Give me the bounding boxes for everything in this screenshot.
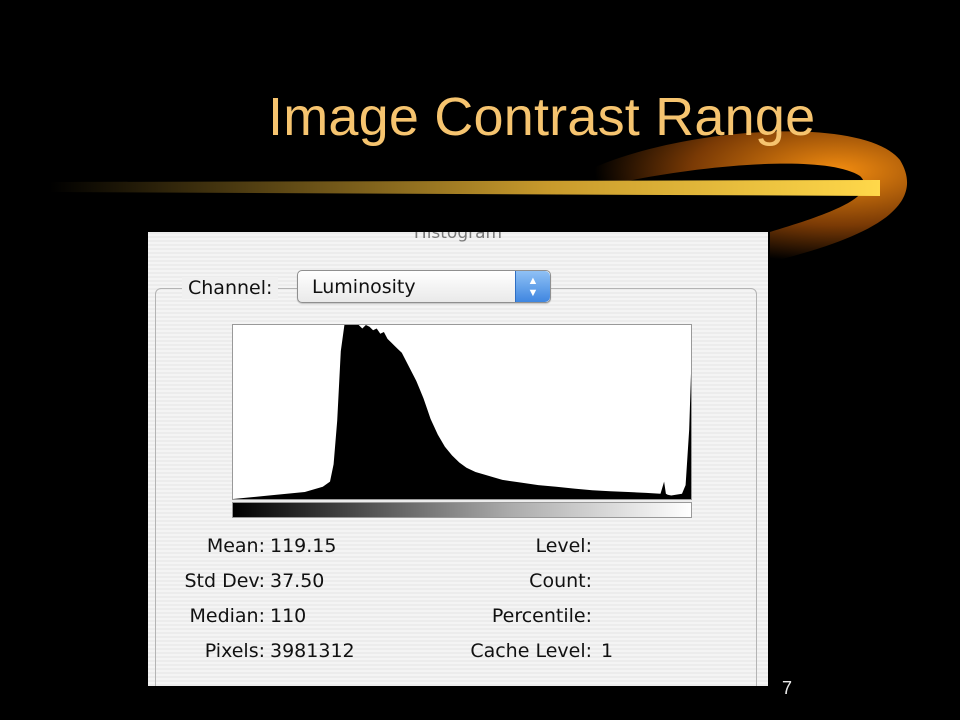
pixels-label: Pixels: bbox=[204, 640, 265, 662]
median-value: 110 bbox=[270, 605, 307, 627]
panel-title: Histogram bbox=[413, 232, 503, 243]
level-label: Level: bbox=[535, 535, 592, 557]
pixels-value: 3981312 bbox=[270, 640, 355, 662]
cache-level-value: 1 bbox=[601, 640, 614, 662]
mean-label: Mean: bbox=[206, 535, 265, 557]
mean-value: 119.15 bbox=[270, 535, 337, 557]
cache-level-label: Cache Level: bbox=[470, 640, 592, 662]
luminance-gradient-bar bbox=[232, 502, 692, 518]
channel-label: Channel: bbox=[182, 277, 279, 299]
slide-title: Image Contrast Range bbox=[268, 87, 816, 147]
std-dev-label: Std Dev: bbox=[184, 570, 265, 592]
select-arrows-icon: ▲ ▼ bbox=[515, 271, 550, 302]
histogram-chart bbox=[232, 324, 692, 500]
histogram-area bbox=[233, 325, 691, 499]
percentile-label: Percentile: bbox=[491, 605, 592, 627]
histogram-window: Histogram Channel: Luminosity ▲ ▼ Mean: 1… bbox=[148, 232, 768, 686]
channel-select-value: Luminosity bbox=[312, 276, 416, 298]
median-label: Median: bbox=[189, 605, 265, 627]
count-label: Count: bbox=[529, 570, 592, 592]
std-dev-value: 37.50 bbox=[270, 570, 325, 592]
channel-select[interactable]: Luminosity ▲ ▼ bbox=[297, 270, 551, 303]
slide-number: 7 bbox=[782, 678, 793, 698]
